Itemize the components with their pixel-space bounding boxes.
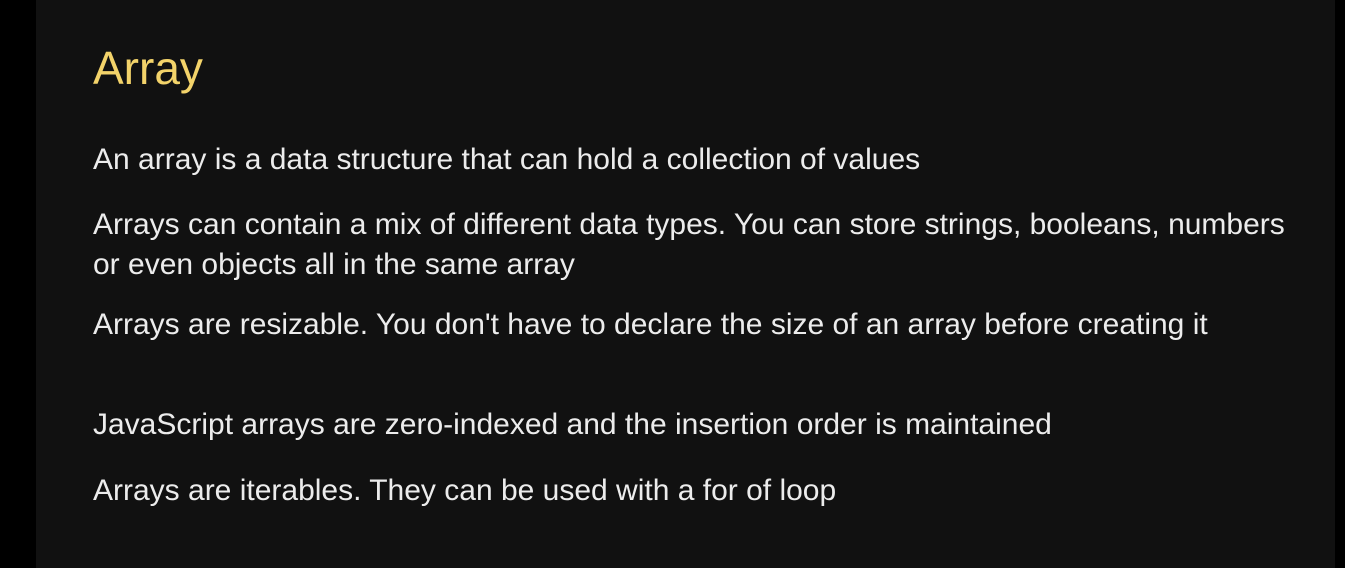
bullet-item: JavaScript arrays are zero-indexed and t… xyxy=(93,408,1052,441)
bullet-item: Arrays can contain a mix of different da… xyxy=(93,208,1285,281)
bullet-item: An array is a data structure that can ho… xyxy=(93,143,921,176)
slide-title: Array xyxy=(93,42,203,94)
bullet-item: Arrays are resizable. You don't have to … xyxy=(93,308,1208,341)
bullet-item: Arrays are iterables. They can be used w… xyxy=(93,474,837,507)
slide: Array An array is a data structure that … xyxy=(36,0,1335,568)
